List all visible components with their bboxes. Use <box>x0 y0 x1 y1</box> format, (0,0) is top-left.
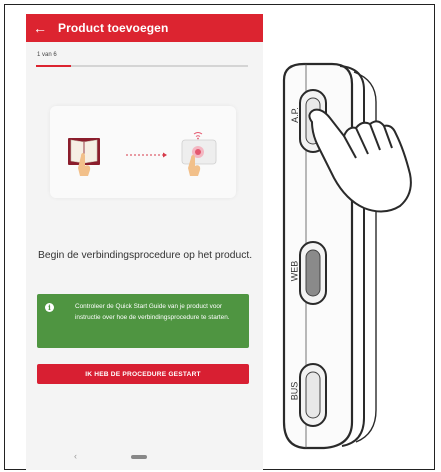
app-bar: ← Product toevoegen <box>26 14 263 42</box>
back-arrow-icon[interactable]: ← <box>26 14 54 42</box>
device-side-view <box>282 62 412 450</box>
progress-bar-fill <box>36 65 72 67</box>
step-indicator: 1 van 6 <box>37 52 57 58</box>
nav-back-icon[interactable]: ‹ <box>74 451 77 461</box>
router-device-icon <box>181 132 217 176</box>
info-text: Controleer de Quick Start Guide van je p… <box>75 303 230 321</box>
quick-start-guide-icon <box>68 138 100 176</box>
ap-label: A.P. <box>289 107 300 123</box>
bus-label: BUS <box>289 381 300 401</box>
progress-bar <box>36 65 248 67</box>
info-notice: i Controleer de Quick Start Guide van je… <box>37 294 249 348</box>
procedure-started-button[interactable]: IK HEB DE PROCEDURE GESTART <box>37 364 249 384</box>
book-to-device-illustration <box>68 132 217 176</box>
phone-screen: ← Product toevoegen 1 van 6 Begin de ver… <box>26 14 263 470</box>
arrow-icon <box>126 152 167 158</box>
info-icon: i <box>45 303 54 312</box>
connection-illustration <box>50 106 236 198</box>
web-label: WEB <box>289 260 300 282</box>
instruction-text: Begin de verbindingsprocedure op het pro… <box>38 250 253 261</box>
nav-home-pill-icon[interactable] <box>131 455 147 459</box>
page-title: Product toevoegen <box>58 21 169 35</box>
